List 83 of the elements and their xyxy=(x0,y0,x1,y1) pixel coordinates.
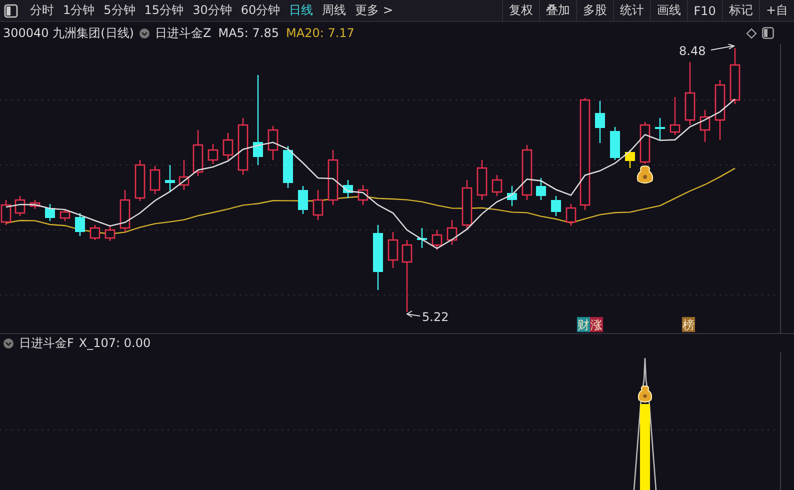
candlestick xyxy=(298,186,308,214)
panel-toggle-icon[interactable] xyxy=(762,27,774,39)
candlestick xyxy=(150,166,160,194)
indicator-name: 日进斗金Z xyxy=(155,24,212,42)
stock-title: 300040 九洲集团(日线) xyxy=(3,24,134,42)
panel-toggle-icon[interactable] xyxy=(4,4,18,18)
candlestick xyxy=(178,160,190,190)
candlestick xyxy=(14,196,26,216)
candlestick xyxy=(343,180,353,198)
low-price-label: 5.22 xyxy=(422,310,449,324)
toolbar-button[interactable]: +自 xyxy=(758,0,794,22)
period-tab[interactable]: 周线 xyxy=(318,2,350,19)
event-marker[interactable]: 榜 xyxy=(682,317,695,332)
candlestick xyxy=(402,240,412,312)
toolbar-button[interactable]: 复权 xyxy=(502,0,539,22)
candlestick xyxy=(446,220,458,245)
indicator-settings-icon[interactable] xyxy=(139,28,150,38)
candlestick xyxy=(283,146,293,188)
candlestick xyxy=(75,213,85,236)
candlestick xyxy=(522,145,532,200)
candlestick xyxy=(192,130,204,176)
toolbar-button[interactable]: 叠加 xyxy=(538,0,576,22)
candlestick xyxy=(165,165,175,192)
candlestick xyxy=(328,150,338,205)
money-bag-icon xyxy=(636,166,654,184)
candlestick xyxy=(610,127,620,160)
high-price-label: 8.48 xyxy=(679,44,706,58)
candlestick xyxy=(476,160,488,200)
candlestick xyxy=(268,126,278,160)
candlestick xyxy=(30,200,40,209)
arrow-icon xyxy=(710,44,736,50)
candlestick xyxy=(536,178,546,200)
toolbar-button[interactable]: 统计 xyxy=(612,0,650,22)
candlestick xyxy=(655,118,665,140)
indicator-settings-icon[interactable] xyxy=(3,338,14,348)
candlestick xyxy=(551,196,561,216)
candlestick xyxy=(373,225,383,290)
toolbar-button[interactable]: 标记 xyxy=(722,0,759,22)
candlestick xyxy=(208,144,218,164)
candlestick xyxy=(358,185,368,205)
toolbar-button[interactable]: 多股 xyxy=(576,0,613,22)
candlestick xyxy=(684,62,696,125)
toolbar-button[interactable]: 画线 xyxy=(650,0,687,22)
candlestick xyxy=(714,80,726,140)
ma-reading: MA5: 7.85 xyxy=(218,26,280,40)
candlestick xyxy=(417,228,427,248)
toolbar-button[interactable]: F10 xyxy=(686,0,722,22)
candlestick xyxy=(388,232,398,268)
period-tab[interactable]: 分时 xyxy=(26,2,58,19)
candlestick xyxy=(566,204,576,226)
period-tab[interactable]: 30分钟 xyxy=(188,2,236,19)
diamond-icon[interactable] xyxy=(746,28,757,38)
period-tab[interactable]: 日线 xyxy=(285,2,318,19)
candlestick xyxy=(492,175,502,196)
candlestick xyxy=(60,209,70,221)
indicator-reading: X_107: 0.00 xyxy=(78,336,151,350)
more-button[interactable]: 更多 > xyxy=(351,2,397,19)
candlestick xyxy=(625,150,635,168)
period-tab[interactable]: 15分钟 xyxy=(140,2,188,19)
period-tab[interactable]: 1分钟 xyxy=(59,2,99,19)
candlestick xyxy=(238,118,248,175)
indicator-name: 日进斗金F xyxy=(19,334,74,352)
candlestick xyxy=(45,204,55,221)
candlestick xyxy=(134,160,146,201)
period-tab[interactable]: 60分钟 xyxy=(236,2,284,19)
candlestick xyxy=(120,190,130,232)
candlestick xyxy=(222,133,234,160)
candlestick xyxy=(90,225,100,240)
candlestick xyxy=(312,190,324,220)
candlestick xyxy=(462,180,472,230)
ma-reading: MA20: 7.17 xyxy=(286,26,354,40)
arrow-icon xyxy=(406,310,420,318)
candlestick xyxy=(507,186,517,206)
candlestick xyxy=(670,97,680,135)
period-tab[interactable]: 5分钟 xyxy=(100,2,140,19)
candlestick xyxy=(730,48,740,104)
candlestick xyxy=(640,122,650,164)
event-marker[interactable]: 涨 xyxy=(590,317,603,332)
candlestick xyxy=(700,110,710,142)
candlestick xyxy=(104,226,116,241)
candlestick xyxy=(595,101,605,143)
candlestick xyxy=(432,230,442,250)
money-bag-icon xyxy=(638,386,652,402)
